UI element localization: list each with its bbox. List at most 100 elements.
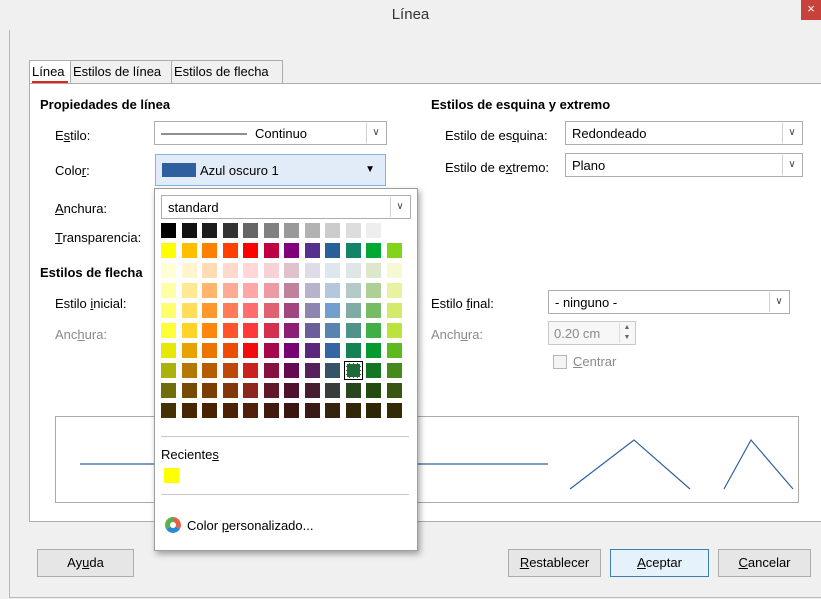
color-swatch[interactable]: [325, 343, 340, 358]
line-style-select[interactable]: Continuo ∨: [154, 121, 387, 145]
color-swatch[interactable]: [161, 323, 176, 338]
color-swatch[interactable]: [263, 343, 279, 358]
close-icon[interactable]: ×: [801, 0, 821, 20]
reset-button[interactable]: Restablecer: [508, 549, 601, 577]
palette-select[interactable]: standard ∨: [161, 195, 411, 219]
color-swatch[interactable]: [243, 263, 258, 278]
chevron-down-icon[interactable]: ∨: [782, 123, 801, 143]
color-swatch[interactable]: [345, 223, 361, 238]
color-swatch[interactable]: [343, 361, 363, 380]
color-swatch[interactable]: [304, 243, 320, 258]
cancel-button[interactable]: Cancelar: [718, 549, 811, 577]
end-width-spinbox[interactable]: 0.20 cm ▲ ▼: [548, 321, 636, 345]
color-swatch[interactable]: [366, 263, 381, 278]
color-swatch[interactable]: [202, 363, 217, 378]
color-swatch[interactable]: [345, 243, 361, 258]
color-swatch[interactable]: [263, 323, 279, 338]
color-swatch[interactable]: [181, 363, 197, 378]
color-swatch[interactable]: [222, 223, 238, 238]
color-swatch[interactable]: [263, 223, 279, 238]
color-swatch[interactable]: [161, 363, 176, 378]
color-swatch[interactable]: [304, 263, 320, 278]
color-swatch[interactable]: [386, 323, 402, 338]
color-swatch[interactable]: [222, 263, 238, 278]
color-swatch[interactable]: [304, 223, 320, 238]
color-swatch[interactable]: [202, 243, 217, 258]
color-dropdown-button[interactable]: Azul oscuro 1 ▼: [155, 154, 386, 186]
color-swatch[interactable]: [161, 383, 176, 398]
chevron-down-icon[interactable]: ∨: [769, 292, 788, 312]
color-swatch[interactable]: [181, 343, 197, 358]
tab-estilos-de-linea[interactable]: Estilos de línea: [70, 60, 174, 83]
color-swatch[interactable]: [366, 283, 381, 298]
color-swatch[interactable]: [181, 263, 197, 278]
color-swatch[interactable]: [181, 403, 197, 418]
color-swatch[interactable]: [304, 323, 320, 338]
color-swatch[interactable]: [263, 303, 279, 318]
color-swatch[interactable]: [161, 283, 176, 298]
color-swatch[interactable]: [345, 383, 361, 398]
color-swatch[interactable]: [345, 323, 361, 338]
color-swatch[interactable]: [386, 243, 402, 258]
color-swatch[interactable]: [161, 303, 176, 318]
end-style-select[interactable]: - ninguno - ∨: [548, 290, 790, 314]
color-swatch[interactable]: [325, 283, 340, 298]
color-swatch[interactable]: [366, 343, 381, 358]
color-swatch[interactable]: [386, 363, 402, 378]
color-swatch[interactable]: [222, 383, 238, 398]
color-swatch[interactable]: [243, 303, 258, 318]
color-swatch[interactable]: [345, 343, 361, 358]
color-swatch[interactable]: [263, 283, 279, 298]
color-swatch[interactable]: [345, 403, 361, 418]
color-swatch[interactable]: [304, 403, 320, 418]
color-swatch[interactable]: [284, 263, 299, 278]
color-swatch[interactable]: [366, 403, 381, 418]
color-swatch[interactable]: [243, 363, 258, 378]
center-checkbox[interactable]: [553, 355, 567, 369]
color-swatch[interactable]: [284, 243, 299, 258]
color-swatch[interactable]: [181, 243, 197, 258]
color-swatch[interactable]: [161, 263, 176, 278]
color-swatch[interactable]: [386, 303, 402, 318]
color-swatch[interactable]: [263, 383, 279, 398]
color-swatch[interactable]: [345, 283, 361, 298]
color-swatch[interactable]: [325, 363, 340, 378]
color-swatch[interactable]: [325, 403, 340, 418]
color-swatch[interactable]: [202, 283, 217, 298]
color-swatch[interactable]: [222, 323, 238, 338]
color-swatch[interactable]: [222, 363, 238, 378]
color-swatch[interactable]: [366, 323, 381, 338]
color-swatch[interactable]: [263, 243, 279, 258]
color-swatch[interactable]: [243, 323, 258, 338]
color-swatch[interactable]: [243, 343, 258, 358]
color-swatch[interactable]: [366, 383, 381, 398]
color-swatch[interactable]: [202, 303, 217, 318]
color-swatch[interactable]: [202, 223, 217, 238]
help-button[interactable]: Ayuda: [37, 549, 134, 577]
color-swatch[interactable]: [284, 283, 299, 298]
color-swatch[interactable]: [181, 223, 197, 238]
color-swatch[interactable]: [161, 403, 176, 418]
tab-estilos-de-flecha[interactable]: Estilos de flecha: [171, 60, 283, 83]
color-swatch[interactable]: [202, 323, 217, 338]
color-swatch[interactable]: [345, 303, 361, 318]
color-swatch[interactable]: [181, 323, 197, 338]
cap-style-select[interactable]: Plano ∨: [565, 153, 803, 177]
color-swatch[interactable]: [222, 243, 238, 258]
tab-linea[interactable]: Línea: [29, 60, 73, 85]
color-swatch[interactable]: [366, 303, 381, 318]
corner-style-select[interactable]: Redondeado ∨: [565, 121, 803, 145]
spin-up-icon[interactable]: ▲: [619, 323, 634, 333]
color-swatch[interactable]: [284, 323, 299, 338]
color-swatch[interactable]: [366, 363, 381, 378]
color-swatch[interactable]: [263, 263, 279, 278]
color-swatch[interactable]: [325, 223, 340, 238]
chevron-down-icon[interactable]: ∨: [366, 123, 385, 143]
color-swatch[interactable]: [284, 223, 299, 238]
color-swatch[interactable]: [304, 303, 320, 318]
ok-button[interactable]: Aceptar: [610, 549, 709, 577]
color-swatch[interactable]: [386, 383, 402, 398]
color-swatch[interactable]: [325, 383, 340, 398]
color-swatch[interactable]: [284, 303, 299, 318]
color-swatch[interactable]: [325, 243, 340, 258]
